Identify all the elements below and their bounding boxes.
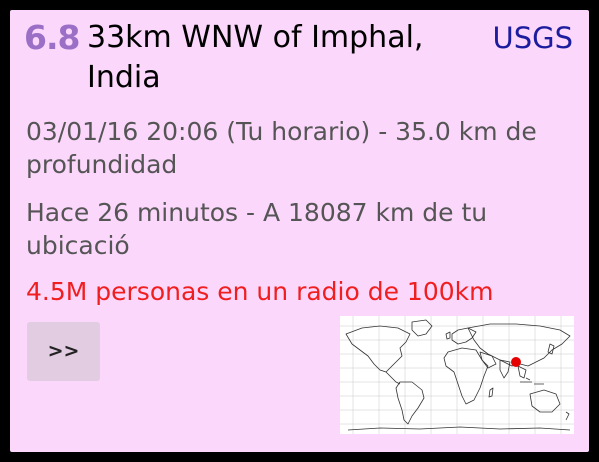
more-details-button[interactable]: >> <box>27 322 100 381</box>
world-map-graphic <box>340 316 574 434</box>
quake-location: 33km WNW of Imphal, India <box>87 20 424 95</box>
source-link[interactable]: USGS <box>492 18 573 58</box>
population-text: 4.5M personas en un radio de 100km <box>26 277 494 306</box>
time-depth-text: 03/01/16 20:06 (Tu horario) - 35.0 km de… <box>26 117 537 179</box>
epicenter-dot-icon <box>511 357 521 367</box>
map-graticule <box>340 316 574 434</box>
earthquake-card[interactable]: 6.8 33km WNW of Imphal, India USGS 03/01… <box>10 10 589 452</box>
magnitude-value: 6.8 <box>24 18 80 57</box>
map-coastlines <box>345 319 571 431</box>
ago-distance-text: Hace 26 minutos - A 18087 km de tu ubica… <box>26 198 488 260</box>
world-map-icon[interactable] <box>340 316 574 434</box>
